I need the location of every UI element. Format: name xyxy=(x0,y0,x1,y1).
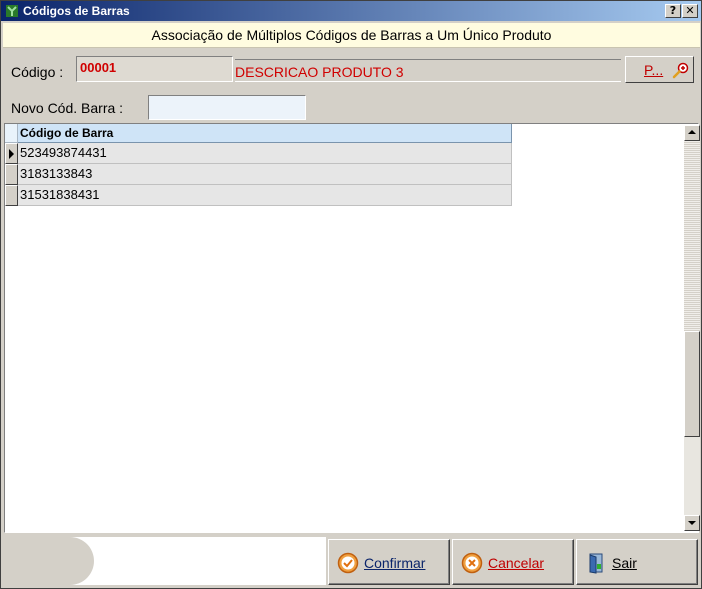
sair-label: Sair xyxy=(612,555,637,571)
barcode-cell[interactable]: 3183133843 xyxy=(18,164,512,185)
cancel-circle-icon xyxy=(461,552,483,574)
product-description: DESCRICAO PRODUTO 3 xyxy=(235,59,621,82)
barcode-grid[interactable]: Código de Barra 523493874431 3183133843 … xyxy=(4,123,700,533)
title-bar[interactable]: Códigos de Barras ? ✕ xyxy=(1,1,701,21)
grid-header-indicator xyxy=(5,124,18,143)
table-row[interactable]: 31531838431 xyxy=(5,185,512,206)
sair-button[interactable]: Sair xyxy=(576,539,698,585)
check-circle-icon xyxy=(337,552,359,574)
row-indicator[interactable] xyxy=(5,185,18,206)
cancelar-button[interactable]: Cancelar xyxy=(452,539,574,585)
magnifier-icon xyxy=(672,62,689,79)
app-icon xyxy=(6,5,18,17)
vertical-scrollbar[interactable] xyxy=(684,125,700,531)
column-header-codigo[interactable]: Código de Barra xyxy=(18,124,512,143)
status-area xyxy=(4,537,326,585)
help-button[interactable]: ? xyxy=(665,4,681,18)
scroll-down-button[interactable] xyxy=(684,515,700,531)
row-indicator[interactable] xyxy=(5,164,18,185)
confirmar-button[interactable]: Confirmar xyxy=(328,539,450,585)
product-search-label: P... xyxy=(644,62,664,78)
barcode-cell[interactable]: 523493874431 xyxy=(18,143,512,164)
grid-header: Código de Barra xyxy=(5,124,512,143)
close-button[interactable]: ✕ xyxy=(682,4,698,18)
decorative-shape xyxy=(4,537,94,585)
row-indicator[interactable] xyxy=(5,143,18,164)
header-banner: Associação de Múltiplos Códigos de Barra… xyxy=(3,23,700,48)
current-row-arrow-icon xyxy=(9,149,14,159)
scroll-thumb[interactable] xyxy=(684,331,700,437)
exit-door-icon xyxy=(589,553,603,574)
confirmar-label: Confirmar xyxy=(364,555,426,571)
barcode-cell[interactable]: 31531838431 xyxy=(18,185,512,206)
window: Códigos de Barras ? ✕ Associação de Múlt… xyxy=(0,0,702,589)
novo-codigo-label: Novo Cód. Barra : xyxy=(11,100,124,116)
window-title: Códigos de Barras xyxy=(23,4,130,18)
novo-codigo-input[interactable] xyxy=(148,95,306,120)
codigo-label: Código : xyxy=(11,64,64,80)
scroll-up-button[interactable] xyxy=(684,125,700,141)
cancelar-label: Cancelar xyxy=(488,555,545,571)
table-row[interactable]: 3183133843 xyxy=(5,164,512,185)
codigo-field[interactable]: 00001 xyxy=(76,56,233,82)
scroll-track[interactable] xyxy=(684,141,700,331)
product-search-button[interactable]: P... xyxy=(625,56,694,83)
table-row[interactable]: 523493874431 xyxy=(5,143,512,164)
